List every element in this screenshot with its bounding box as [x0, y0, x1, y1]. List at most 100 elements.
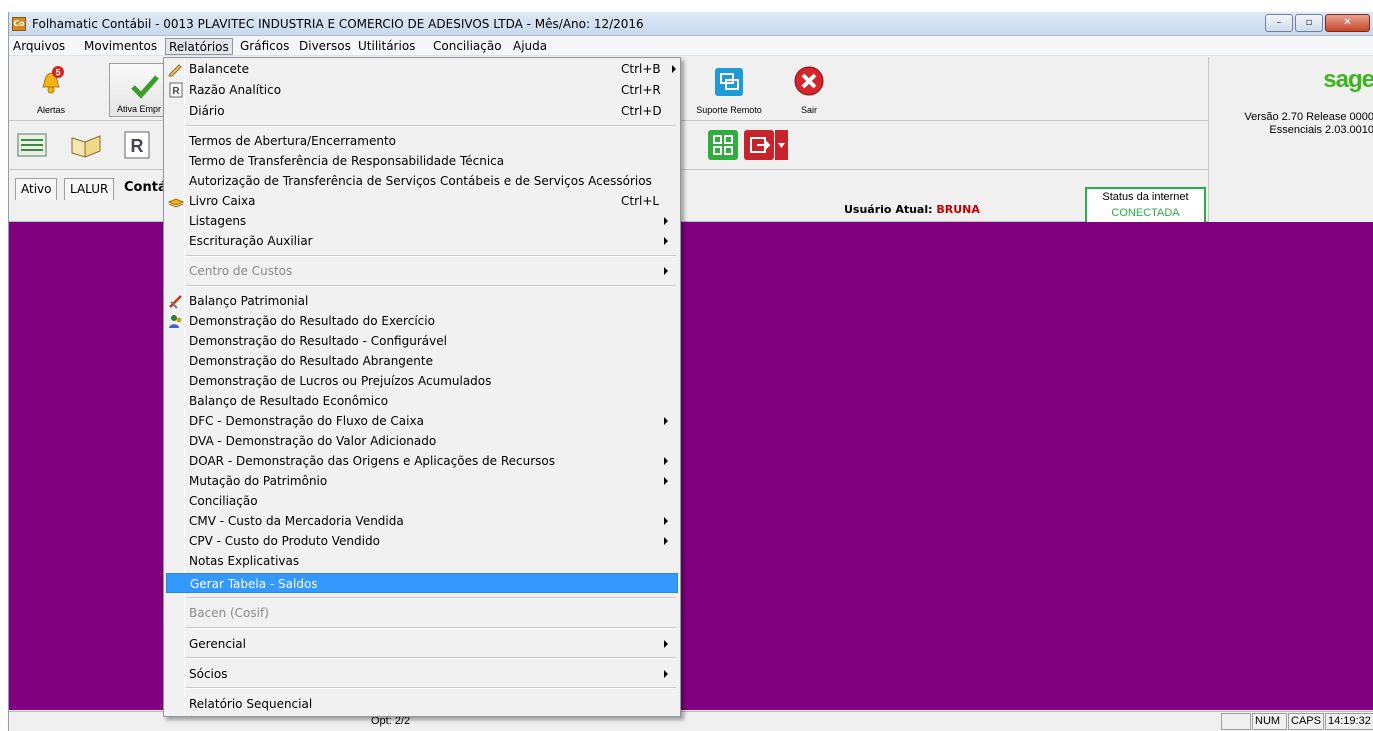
menu-item-doar[interactable]: DOAR - Demonstração das Origens e Aplica… [166, 451, 678, 471]
menu-separator [186, 255, 676, 257]
menu-item-label: Demonstração do Resultado do Exercício [189, 314, 435, 328]
version-line: Versão 2.70 Release 0000 [1244, 111, 1373, 123]
submenu-arrow-icon [672, 65, 676, 73]
menu-item-label: Mutação do Patrimônio [189, 474, 328, 488]
submenu-arrow-icon [664, 267, 668, 275]
menu-item-label: Balanço Patrimonial [189, 294, 309, 308]
menu-item-label: Conciliação [189, 494, 258, 508]
close-button[interactable]: ✕ [1325, 14, 1370, 32]
monitor-icon [715, 68, 743, 96]
menu-item-escrituracao-auxiliar[interactable]: Escrituração Auxiliar [166, 231, 678, 251]
menu-item-label: Gerencial [189, 637, 246, 651]
menu-item-label: Autorização de Transferência de Serviços… [189, 174, 652, 188]
book-stack-icon [168, 198, 184, 208]
menu-item-label: Escrituração Auxiliar [189, 234, 313, 248]
caps-lock-indicator: CAPS [1288, 713, 1324, 730]
bell-icon: 5 [42, 66, 64, 94]
menu-graficos[interactable]: Gráficos [237, 38, 292, 55]
menu-conciliacao[interactable]: Conciliação [430, 38, 505, 55]
maximize-button[interactable]: ▫ [1295, 14, 1323, 32]
ativa-empresa-button[interactable]: Ativa Empr [109, 63, 169, 117]
menu-item-label: Diário [189, 104, 225, 118]
submenu-arrow-icon [664, 457, 668, 465]
sair-button[interactable]: Sair [791, 63, 827, 117]
relatorios-dropdown: Balancete Ctrl+B R Razão Analítico Ctrl+… [163, 57, 681, 717]
app-icon: Co [12, 17, 26, 31]
menu-item-label: CMV - Custo da Mercadoria Vendida [189, 514, 404, 528]
pencil-icon [168, 64, 182, 77]
menu-item-balancete[interactable]: Balancete Ctrl+B [166, 59, 678, 79]
menu-item-relatorio-sequencial[interactable]: Relatório Sequencial [166, 694, 678, 714]
menu-item-livro-caixa[interactable]: Livro Caixa Ctrl+L [166, 191, 678, 211]
logout-dropdown-icon[interactable] [743, 130, 789, 160]
svg-text:R: R [172, 86, 180, 97]
menu-diversos[interactable]: Diversos [296, 38, 354, 55]
menu-item-dre-configuravel[interactable]: Demonstração do Resultado - Configurável [166, 331, 678, 351]
menu-shortcut: Ctrl+B [621, 62, 661, 76]
menu-shortcut: Ctrl+L [621, 194, 660, 208]
menu-ajuda[interactable]: Ajuda [510, 38, 550, 55]
menu-item-balanco-patrimonial[interactable]: Balanço Patrimonial [166, 291, 678, 311]
menu-item-termos-abertura[interactable]: Termos de Abertura/Encerramento [166, 131, 678, 151]
menu-item-notas-explicativas[interactable]: Notas Explicativas [166, 551, 678, 571]
submenu-arrow-icon [664, 670, 668, 678]
tab-ativo[interactable]: Ativo [15, 178, 58, 200]
menu-separator [186, 597, 676, 599]
menu-item-label: Livro Caixa [189, 194, 256, 208]
menu-item-gerar-tabela-saldos[interactable]: Gerar Tabela - Saldos [166, 573, 678, 593]
report-r-icon[interactable]: R [121, 130, 153, 160]
tab-lalur[interactable]: LALUR [64, 178, 115, 200]
minimize-button[interactable]: – [1265, 14, 1293, 32]
alerts-button[interactable]: 5 Alertas [31, 63, 71, 117]
menu-item-dre-abrangente[interactable]: Demonstração do Resultado Abrangente [166, 351, 678, 371]
menu-item-autorizacao-transferencia[interactable]: Autorização de Transferência de Serviços… [166, 171, 678, 191]
exit-x-icon [794, 66, 824, 96]
statusbar-empty-cell [1221, 713, 1251, 730]
submenu-arrow-icon [664, 537, 668, 545]
menu-item-dva[interactable]: DVA - Demonstração do Valor Adicionado [166, 431, 678, 451]
menu-bar: Arquivos Movimentos Relatórios Gráficos … [9, 36, 1373, 56]
menu-item-diario[interactable]: Diário Ctrl+D [166, 101, 678, 121]
menu-item-cpv[interactable]: CPV - Custo do Produto Vendido [166, 531, 678, 551]
menu-item-label: Termo de Transferência de Responsabilida… [189, 154, 505, 168]
menu-item-label: Demonstração de Lucros ou Prejuízos Acum… [189, 374, 492, 388]
submenu-arrow-icon [664, 217, 668, 225]
menu-item-conciliacao[interactable]: Conciliação [166, 491, 678, 511]
submenu-arrow-icon [664, 477, 668, 485]
pencil-ruler-icon [169, 295, 182, 309]
menu-item-mutacao-patrimonio[interactable]: Mutação do Patrimônio [166, 471, 678, 491]
submenu-arrow-icon [664, 237, 668, 245]
menu-item-lucros-prejuizos[interactable]: Demonstração de Lucros ou Prejuízos Acum… [166, 371, 678, 391]
svg-text:R: R [131, 136, 144, 156]
menu-item-centro-custos: Centro de Custos [166, 261, 678, 281]
menu-item-label: Gerar Tabela - Saldos [190, 577, 318, 591]
sage-logo: sage [1323, 66, 1373, 93]
menu-item-balanco-resultado[interactable]: Balanço de Resultado Econômico [166, 391, 678, 411]
num-lock-indicator: NUM [1252, 713, 1287, 730]
menu-item-termo-transferencia[interactable]: Termo de Transferência de Responsabilida… [166, 151, 678, 171]
open-book-icon[interactable] [70, 130, 102, 160]
menu-item-razao-analitico[interactable]: R Razão Analítico Ctrl+R [166, 80, 678, 100]
menu-item-label: Razão Analítico [189, 83, 282, 97]
list-settings-icon[interactable] [16, 130, 48, 160]
suporte-remoto-label: Suporte Remoto [696, 105, 762, 115]
grid-shortcut-icon[interactable] [707, 130, 739, 160]
menu-relatorios[interactable]: Relatórios [165, 38, 233, 55]
menu-item-dre[interactable]: Demonstração do Resultado do Exercício [166, 311, 678, 331]
menu-arquivos[interactable]: Arquivos [10, 38, 68, 55]
menu-item-gerencial[interactable]: Gerencial [166, 634, 678, 654]
menu-item-cmv[interactable]: CMV - Custo da Mercadoria Vendida [166, 511, 678, 531]
brand-panel: sage Versão 2.70 Release 0000 Essenciais… [1208, 57, 1373, 223]
clock: 14:19:32 [1325, 713, 1373, 730]
menu-item-label: Bacen (Cosif) [189, 606, 269, 620]
internet-status-value: CONECTADA [1111, 207, 1180, 219]
menu-item-label: DOAR - Demonstração das Origens e Aplica… [189, 454, 556, 468]
menu-separator [186, 687, 676, 689]
suporte-remoto-button[interactable]: Suporte Remoto [685, 63, 773, 117]
menu-item-listagens[interactable]: Listagens [166, 211, 678, 231]
menu-utilitarios[interactable]: Utilitários [355, 38, 418, 55]
menu-shortcut: Ctrl+R [621, 83, 661, 97]
menu-movimentos[interactable]: Movimentos [81, 38, 160, 55]
menu-item-socios[interactable]: Sócios [166, 664, 678, 684]
menu-item-dfc[interactable]: DFC - Demonstração do Fluxo de Caixa [166, 411, 678, 431]
